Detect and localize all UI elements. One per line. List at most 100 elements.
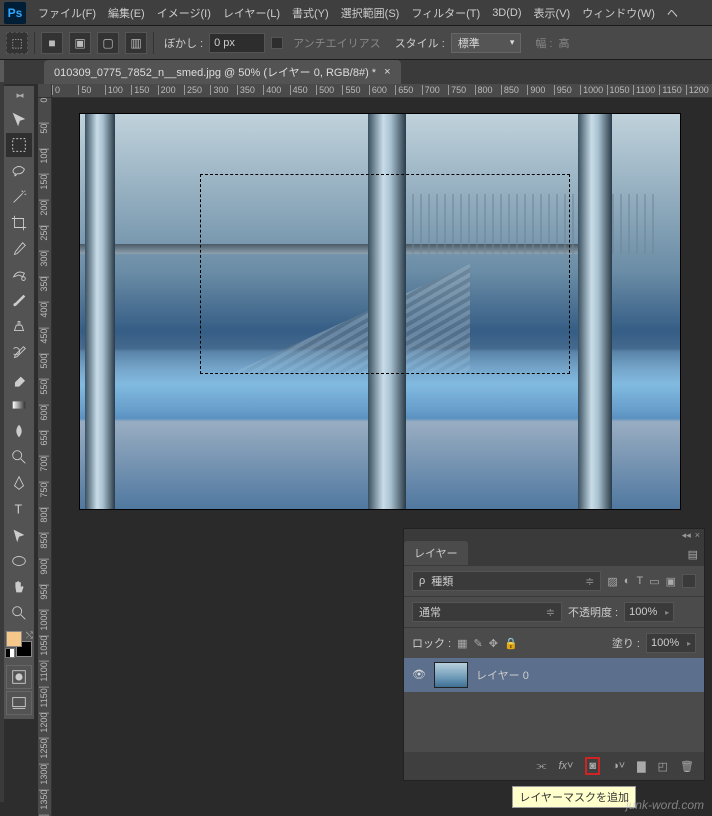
lock-pixels-icon[interactable]: ✎ <box>474 637 483 650</box>
width-label: 幅 : <box>535 35 552 51</box>
new-layer-icon[interactable]: ◰ <box>658 760 668 773</box>
layer-name[interactable]: レイヤー 0 <box>476 667 529 683</box>
swap-colors-icon[interactable]: ⤭ <box>26 630 33 641</box>
quickmask-icon[interactable] <box>6 665 32 689</box>
marquee-mode-icon[interactable]: ⬚ <box>6 32 28 54</box>
eraser-tool[interactable] <box>6 367 32 391</box>
rectangle-tool[interactable] <box>6 549 32 573</box>
blur-tool[interactable] <box>6 419 32 443</box>
sel-sub-icon[interactable]: ▢ <box>97 32 119 54</box>
crop-tool[interactable] <box>6 211 32 235</box>
lock-transparent-icon[interactable]: ▦ <box>457 637 467 650</box>
document-tabbar: 010309_0775_7852_n__smed.jpg @ 50% (レイヤー… <box>0 60 712 84</box>
selection-marquee[interactable] <box>200 174 570 374</box>
menu-edit[interactable]: 編集(E) <box>102 5 151 21</box>
style-select[interactable]: 標準 <box>451 33 522 53</box>
antialias-label: アンチエイリアス <box>293 35 381 51</box>
screenmode-icon[interactable] <box>6 691 32 715</box>
opacity-input[interactable]: 100% <box>624 602 674 622</box>
filter-smart-icon[interactable]: ▣ <box>666 575 676 588</box>
feather-label: ぼかし : <box>164 35 203 51</box>
lock-all-icon[interactable]: 🔒 <box>504 637 518 650</box>
link-layers-icon[interactable]: ⫘ <box>537 760 547 773</box>
layers-panel: ◂◂ × レイヤー ρ 種類 ▨ ◐ T ▭ ▣ <box>404 529 704 780</box>
layers-tab[interactable]: レイヤー <box>404 541 468 565</box>
filter-type-icon[interactable]: T <box>636 575 643 588</box>
filter-pixel-icon[interactable]: ▨ <box>607 575 617 588</box>
sel-intersect-icon[interactable]: ▥ <box>125 32 147 54</box>
brush-tool[interactable] <box>6 289 32 313</box>
eyedropper-tool[interactable] <box>6 237 32 261</box>
horizontal-ruler[interactable]: 0501001502002503003504004505005506006507… <box>52 84 712 98</box>
menu-select[interactable]: 選択範囲(S) <box>335 5 406 21</box>
lock-label: ロック : <box>412 635 451 651</box>
move-tool[interactable] <box>6 107 32 131</box>
tooltip: レイヤーマスクを追加 <box>512 786 636 808</box>
lock-position-icon[interactable]: ✥ <box>489 637 498 650</box>
layer-list: 👁 レイヤー 0 <box>404 658 704 752</box>
layer-row[interactable]: 👁 レイヤー 0 <box>404 658 704 692</box>
document-tab[interactable]: 010309_0775_7852_n__smed.jpg @ 50% (レイヤー… <box>44 60 401 84</box>
document-tab-title: 010309_0775_7852_n__smed.jpg @ 50% (レイヤー… <box>54 64 376 80</box>
ruler-origin[interactable] <box>38 84 52 98</box>
menu-layer[interactable]: レイヤー(L) <box>217 5 286 21</box>
panel-close-icon[interactable]: × <box>695 530 700 540</box>
layers-panel-footer: ⫘ fx˅ ◙ ◑˅ ▇ ◰ 🗑 <box>404 752 704 780</box>
fx-icon[interactable]: fx˅ <box>558 760 573 772</box>
menu-window[interactable]: ウィンドウ(W) <box>576 5 661 21</box>
fill-input[interactable]: 100% <box>646 633 696 653</box>
menubar: Ps ファイル(F) 編集(E) イメージ(I) レイヤー(L) 書式(Y) 選… <box>0 0 712 26</box>
magic-wand-tool[interactable] <box>6 185 32 209</box>
image-content <box>80 114 680 509</box>
foreground-color-swatch[interactable] <box>6 631 22 647</box>
menu-view[interactable]: 表示(V) <box>528 5 577 21</box>
clone-stamp-tool[interactable] <box>6 315 32 339</box>
color-swatches[interactable]: ⤭ <box>6 631 32 657</box>
feather-input[interactable] <box>209 33 265 53</box>
trash-icon[interactable]: 🗑 <box>680 760 694 773</box>
filter-shape-icon[interactable]: ▭ <box>649 575 659 588</box>
vertical-ruler[interactable]: 0501001502002503003504004505005506006507… <box>38 98 52 816</box>
pen-tool[interactable] <box>6 471 32 495</box>
menu-help[interactable]: ヘ <box>661 5 684 21</box>
type-tool[interactable]: T <box>6 497 32 521</box>
default-colors-icon[interactable] <box>5 648 15 658</box>
canvas-area: 0501001502002503003504004505005506006507… <box>38 84 712 816</box>
gradient-tool[interactable] <box>6 393 32 417</box>
filter-toggle[interactable] <box>682 574 696 588</box>
visibility-icon[interactable]: 👁 <box>412 668 426 682</box>
blend-mode-select[interactable]: 通常 <box>412 602 562 622</box>
filter-adjust-icon[interactable]: ◐ <box>624 575 631 588</box>
menu-type[interactable]: 書式(Y) <box>286 5 335 21</box>
antialias-checkbox[interactable] <box>271 37 283 49</box>
sel-new-icon[interactable]: ■ <box>41 32 63 54</box>
layer-thumbnail[interactable] <box>434 662 468 688</box>
close-icon[interactable]: × <box>384 66 390 78</box>
marquee-tool[interactable] <box>6 133 32 157</box>
menu-filter[interactable]: フィルター(T) <box>405 5 486 21</box>
layer-kind-select[interactable]: ρ 種類 <box>412 571 601 591</box>
group-icon[interactable]: ▇ <box>637 760 645 773</box>
hand-tool[interactable] <box>6 575 32 599</box>
menu-file[interactable]: ファイル(F) <box>32 5 102 21</box>
tools-panel: T ⤭ <box>4 86 34 719</box>
menu-3d[interactable]: 3D(D) <box>486 7 527 19</box>
panel-collapse-icon[interactable]: ◂◂ <box>682 530 691 541</box>
healing-brush-tool[interactable] <box>6 263 32 287</box>
app-logo: Ps <box>4 2 26 24</box>
search-icon: ρ <box>419 575 425 587</box>
add-mask-icon[interactable]: ◙ <box>585 757 600 775</box>
style-label: スタイル : <box>395 35 445 51</box>
document-canvas[interactable] <box>80 114 680 509</box>
zoom-tool[interactable] <box>6 601 32 625</box>
adjustment-layer-icon[interactable]: ◑˅ <box>612 760 625 772</box>
fill-label: 塗り : <box>612 635 640 651</box>
watermark: junk-word.com <box>626 798 704 812</box>
menu-image[interactable]: イメージ(I) <box>151 5 217 21</box>
sel-add-icon[interactable]: ▣ <box>69 32 91 54</box>
dodge-tool[interactable] <box>6 445 32 469</box>
lasso-tool[interactable] <box>6 159 32 183</box>
extra-label: 高 <box>558 35 569 51</box>
path-selection-tool[interactable] <box>6 523 32 547</box>
history-brush-tool[interactable] <box>6 341 32 365</box>
